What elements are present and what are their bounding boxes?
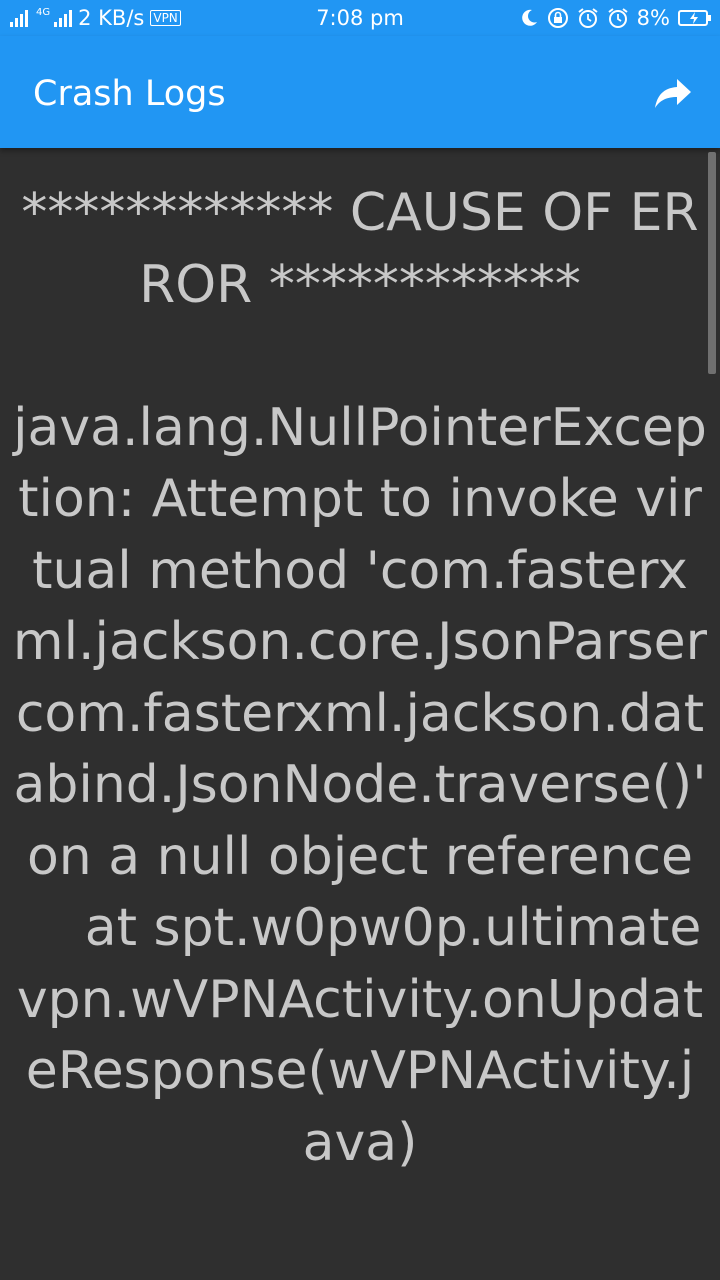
page-title: Crash Logs (33, 74, 226, 114)
app-bar: Crash Logs (0, 36, 720, 148)
battery-percent: 8% (636, 6, 670, 30)
alarm-icon (607, 7, 629, 29)
alarm-icon (577, 7, 599, 29)
status-bar: 4G 2 KB/s VPN 7:08 pm 8% (0, 0, 720, 36)
crash-log-container[interactable]: ************ CAUSE OF ERROR ************… (0, 148, 720, 1280)
share-icon (655, 79, 691, 108)
status-right: 8% (511, 5, 711, 31)
scrollbar[interactable] (708, 152, 716, 374)
crash-log-text: ************ CAUSE OF ERROR ************… (12, 183, 708, 1173)
battery-charging-icon (678, 10, 711, 26)
lock-rotation-icon (547, 7, 569, 29)
share-button[interactable] (652, 74, 694, 114)
moon-icon (519, 8, 539, 28)
